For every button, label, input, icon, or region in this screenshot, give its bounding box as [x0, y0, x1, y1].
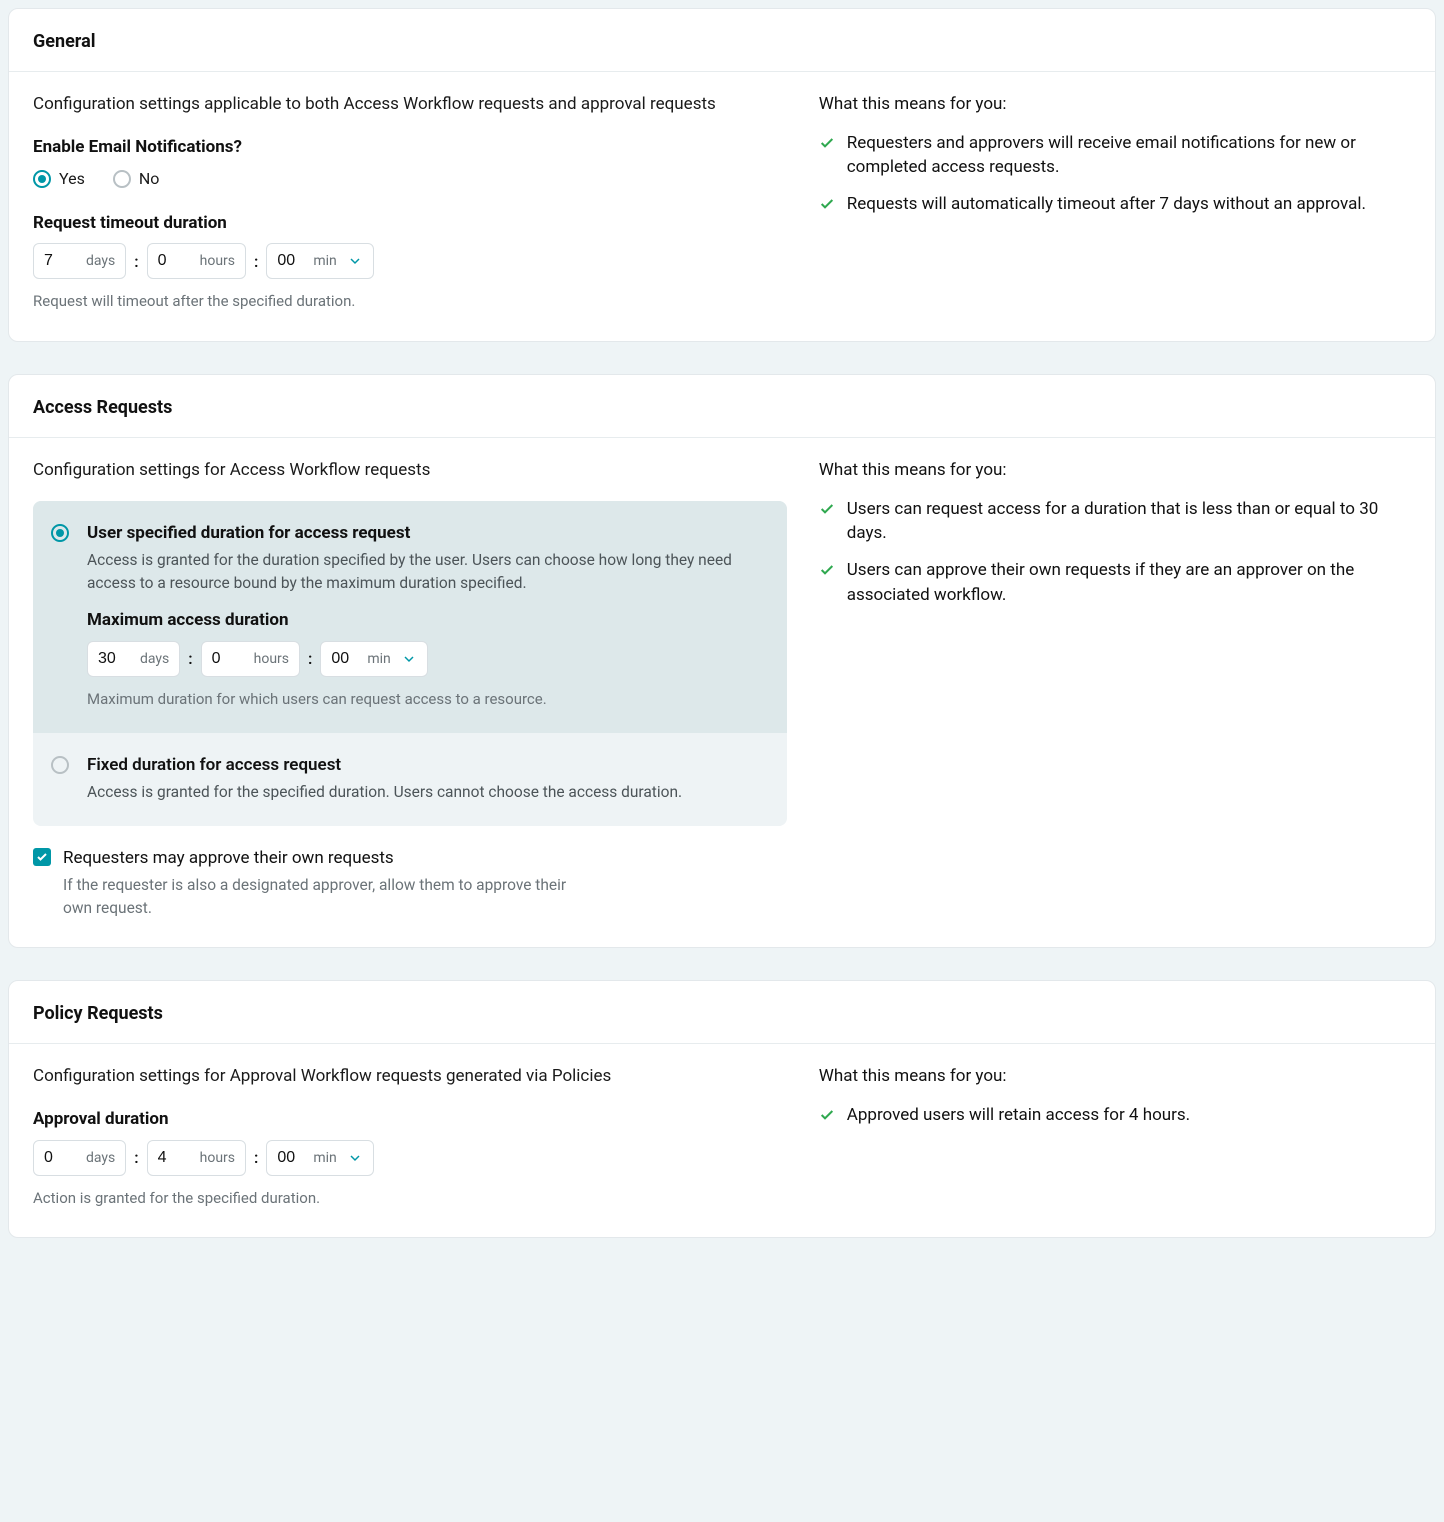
- check-icon: [819, 1107, 835, 1123]
- approval-days-unit: days: [86, 1148, 115, 1168]
- timeout-days-unit: days: [86, 251, 115, 271]
- request-timeout-label: Request timeout duration: [33, 211, 787, 236]
- list-item: Requesters and approvers will receive em…: [819, 131, 1411, 180]
- timeout-mins-unit: min: [313, 251, 336, 271]
- approval-hours-input[interactable]: [158, 1149, 192, 1167]
- max-mins-input[interactable]: [331, 650, 357, 668]
- list-item: Users can approve their own requests if …: [819, 558, 1411, 607]
- fixed-duration-title: Fixed duration for access request: [87, 753, 765, 778]
- max-mins-unit: min: [367, 649, 390, 669]
- max-hours-unit: hours: [254, 649, 289, 669]
- timeout-mins-cell[interactable]: min: [266, 243, 373, 279]
- timeout-sep2: :: [246, 250, 266, 273]
- chevron-down-icon: [347, 1150, 363, 1166]
- email-yes-option[interactable]: Yes: [33, 167, 85, 190]
- access-card: Access Requests Configuration settings f…: [8, 374, 1436, 948]
- policy-card: Policy Requests Configuration settings f…: [8, 980, 1436, 1238]
- self-approve-label: Requesters may approve their own request…: [63, 846, 394, 871]
- max-hours-input[interactable]: [212, 650, 246, 668]
- timeout-sep1: :: [126, 250, 146, 273]
- general-desc: Configuration settings applicable to bot…: [33, 92, 787, 117]
- policy-means-list: Approved users will retain access for 4 …: [819, 1103, 1411, 1128]
- checkbox-checked-icon: [33, 848, 51, 866]
- policy-title: Policy Requests: [9, 981, 1435, 1044]
- max-days-cell[interactable]: days: [87, 641, 180, 677]
- max-duration-helper: Maximum duration for which users can req…: [87, 689, 765, 711]
- user-specified-duration-title: User specified duration for access reque…: [87, 521, 765, 546]
- check-icon: [819, 501, 835, 517]
- approval-hours-cell[interactable]: hours: [147, 1140, 246, 1176]
- approval-mins-unit: min: [313, 1148, 336, 1168]
- self-approve-desc: If the requester is also a designated ap…: [33, 874, 593, 919]
- policy-means-title: What this means for you:: [819, 1064, 1411, 1089]
- list-item: Users can request access for a duration …: [819, 497, 1411, 546]
- timeout-hours-unit: hours: [200, 251, 235, 271]
- access-desc: Configuration settings for Access Workfl…: [33, 458, 787, 483]
- access-means-list: Users can request access for a duration …: [819, 497, 1411, 608]
- timeout-hours-cell[interactable]: hours: [147, 243, 246, 279]
- radio-unselected-icon: [51, 756, 69, 774]
- timeout-mins-input[interactable]: [277, 252, 303, 270]
- max-days-input[interactable]: [98, 650, 132, 668]
- max-access-duration: days : hours : min: [87, 641, 428, 677]
- max-days-unit: days: [140, 649, 169, 669]
- approval-duration-label: Approval duration: [33, 1107, 787, 1132]
- access-title: Access Requests: [9, 375, 1435, 438]
- general-means-title: What this means for you:: [819, 92, 1411, 117]
- request-timeout-duration: days : hours : min: [33, 243, 374, 279]
- policy-desc: Configuration settings for Approval Work…: [33, 1064, 787, 1089]
- max-mins-cell[interactable]: min: [320, 641, 427, 677]
- check-icon: [819, 196, 835, 212]
- check-icon: [819, 135, 835, 151]
- timeout-days-input[interactable]: [44, 252, 78, 270]
- email-notifications-label: Enable Email Notifications?: [33, 135, 787, 160]
- radio-selected-icon: [33, 170, 51, 188]
- approval-hours-unit: hours: [200, 1148, 235, 1168]
- approval-duration: days : hours : min: [33, 1140, 374, 1176]
- max-access-duration-label: Maximum access duration: [87, 608, 765, 633]
- general-title: General: [9, 9, 1435, 72]
- list-item: Approved users will retain access for 4 …: [819, 1103, 1411, 1128]
- duration-mode-group: User specified duration for access reque…: [33, 501, 787, 826]
- user-specified-duration-desc: Access is granted for the duration speci…: [87, 549, 765, 594]
- timeout-hours-input[interactable]: [158, 252, 192, 270]
- self-approve-checkbox-row[interactable]: Requesters may approve their own request…: [33, 846, 787, 871]
- email-no-label: No: [139, 167, 160, 190]
- chevron-down-icon: [401, 651, 417, 667]
- timeout-days-cell[interactable]: days: [33, 243, 126, 279]
- fixed-duration-desc: Access is granted for the specified dura…: [87, 781, 765, 803]
- approval-mins-input[interactable]: [277, 1149, 303, 1167]
- approval-days-cell[interactable]: days: [33, 1140, 126, 1176]
- radio-selected-icon: [51, 524, 69, 542]
- approval-days-input[interactable]: [44, 1149, 78, 1167]
- radio-unselected-icon: [113, 170, 131, 188]
- access-means-title: What this means for you:: [819, 458, 1411, 483]
- general-card: General Configuration settings applicabl…: [8, 8, 1436, 342]
- email-no-option[interactable]: No: [113, 167, 160, 190]
- timeout-helper: Request will timeout after the specified…: [33, 291, 787, 313]
- approval-duration-helper: Action is granted for the specified dura…: [33, 1188, 787, 1210]
- fixed-duration-option[interactable]: Fixed duration for access request Access…: [33, 733, 787, 826]
- user-specified-duration-option[interactable]: User specified duration for access reque…: [33, 501, 787, 733]
- chevron-down-icon: [347, 253, 363, 269]
- list-item: Requests will automatically timeout afte…: [819, 192, 1411, 217]
- general-means-list: Requesters and approvers will receive em…: [819, 131, 1411, 217]
- max-hours-cell[interactable]: hours: [201, 641, 300, 677]
- check-icon: [819, 562, 835, 578]
- email-yes-label: Yes: [59, 167, 85, 190]
- approval-mins-cell[interactable]: min: [266, 1140, 373, 1176]
